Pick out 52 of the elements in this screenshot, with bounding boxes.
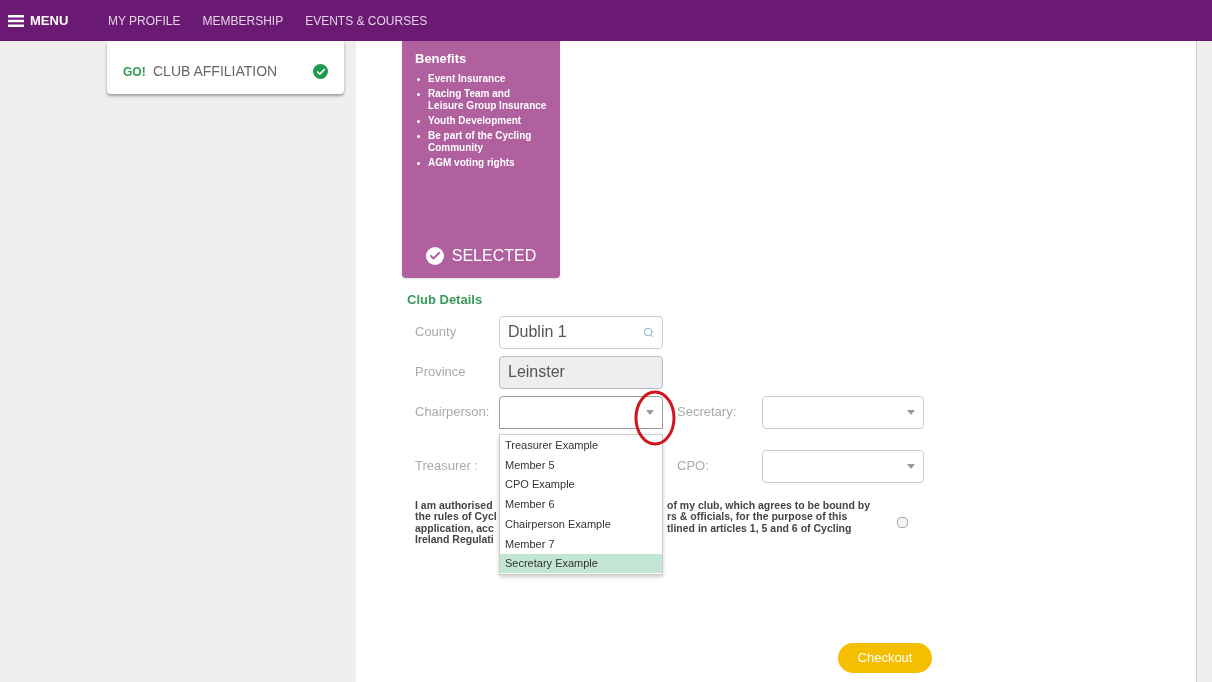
cpo-select[interactable] [762,449,924,483]
dropdown-option[interactable]: Secretary Example [500,553,662,574]
secretary-select[interactable] [762,395,924,429]
dropdown-option[interactable]: Member 6 [500,494,662,515]
chairperson-select[interactable] [499,395,663,429]
dropdown-option[interactable]: CPO Example [500,474,662,495]
declaration-text: application, acc [415,522,494,534]
annotation-circle [634,388,676,447]
field-label: County [415,323,458,342]
search-icon [643,326,654,338]
county-search-field[interactable]: Dublin 1 [499,315,663,349]
agree-checkbox[interactable] [897,517,908,528]
province-field: Leinster [499,355,663,389]
bullet-icon [417,92,420,96]
step-label[interactable]: CLUB AFFILIATION [153,61,313,82]
field-label: Treasurer : [415,457,480,476]
benefit-item: Youth Development [428,114,522,127]
menu-icon [8,14,24,27]
dropdown-option[interactable]: Chairperson Example [500,514,662,534]
dropdown-option[interactable]: Treasurer Example [500,435,662,456]
declaration-text: I am authorised [415,499,494,511]
benefit-item: Racing Team and Leisure Group Insurance [428,87,547,112]
bullet-icon [417,77,420,81]
section-heading: Club Details [407,291,484,309]
dropdown-option[interactable]: Member 7 [500,533,662,554]
bullet-icon [417,161,420,165]
selected-label: SELECTED [451,246,537,266]
declaration-text: rs & officials, for the purpose of this [667,511,849,523]
caret-icon [907,409,915,415]
nav-link[interactable]: MEMBERSHIP [202,11,284,30]
go-label: GO! [123,63,147,81]
declaration-text: Ireland Regulati [415,534,495,546]
benefit-item: Event Insurance [428,72,506,85]
bullet-icon [417,119,420,123]
nav-link[interactable]: EVENTS & COURSES [305,11,428,30]
field-label: Chairperson: [415,403,491,422]
caret-icon [646,409,654,415]
benefits-title: Benefits [415,50,468,68]
field-label: CPO: [677,457,710,476]
bullet-icon [417,134,420,138]
plan-card[interactable]: Benefits Event Insurance Racing Team and Leisure Group Insurance Youth Development Be part of the Cycling Community AGM voting rights SELECTED [402,41,560,278]
field-label: Province [415,363,467,382]
declaration-text: of my club, which agrees to be bound by [667,499,872,511]
declaration-text: the rules of Cycl [415,511,498,523]
field-label: Secretary: [677,403,738,422]
caret-icon [907,463,915,469]
declaration-text: tlined in articles 1, 5 and 6 of Cycling [667,522,853,534]
benefit-item: AGM voting rights [428,156,515,169]
dropdown-option[interactable]: Member 5 [500,455,662,475]
benefit-item: Be part of the Cycling Community [428,129,533,154]
nav-link[interactable]: MY PROFILE [108,11,181,30]
menu-button[interactable]: MENU [8,10,108,31]
